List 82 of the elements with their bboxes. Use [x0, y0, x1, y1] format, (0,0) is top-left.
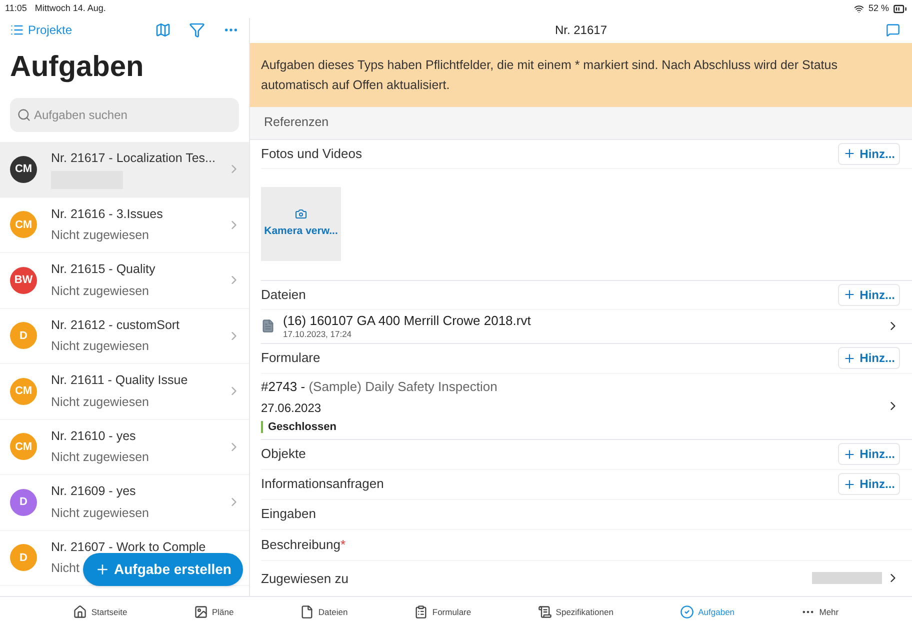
document-icon [300, 605, 314, 619]
tab[interactable]: Formulare [414, 605, 472, 619]
task-title: Nr. 21612 - customSort [51, 316, 180, 334]
task-title: Nr. 21617 - Localization Tes... [51, 150, 216, 168]
section-label: Zugewiesen zu [261, 570, 348, 588]
section-label: Dateien [261, 286, 306, 304]
section-header: Referenzen [250, 106, 912, 140]
wifi-icon [854, 4, 864, 14]
form-row[interactable]: #2743 - (Sample) Daily Safety Inspection 27.06.2023 Geschlossen [261, 374, 912, 439]
section-label: Objekte [261, 445, 306, 464]
add-button[interactable]: Hinz... [838, 142, 900, 165]
redacted-block [812, 572, 882, 584]
file-row[interactable]: (16) 160107 GA 400 Merrill Crowe 2018.rvt 17.10.2023, 17:24 [261, 310, 912, 343]
avatar: D [10, 544, 37, 572]
tab[interactable]: Spezifikationen [538, 605, 614, 619]
camera-icon [295, 208, 307, 220]
plus-icon [95, 562, 110, 577]
status-date: Mittwoch 14. Aug. [34, 2, 106, 16]
plus-icon [842, 288, 856, 302]
list-document-icon [538, 605, 552, 619]
task-title: Nr. 21609 - yes [51, 483, 136, 500]
plus-icon [842, 147, 856, 160]
section-label: Formulare [261, 349, 320, 368]
picture-icon [194, 605, 208, 619]
comment-icon[interactable] [886, 23, 900, 38]
add-button[interactable]: Hinz... [838, 284, 900, 306]
tab[interactable]: Dateien [300, 605, 348, 619]
section-label: Beschreibung* [261, 536, 346, 554]
file-icon [261, 319, 275, 334]
avatar: CM [10, 156, 37, 183]
filter-icon[interactable] [189, 22, 205, 38]
info-banner: Aufgaben dieses Typs haben Pflichtfelder, die mit einem * markiert sind. Nach Abschluss wird der Status automatisch auf Offen aktualisiert. [250, 42, 912, 107]
tab[interactable]: Startseite [73, 605, 128, 619]
task-title: Nr. 21616 - 3.Issues [51, 206, 163, 222]
task-assignee: Nicht [51, 560, 80, 578]
plus-icon [842, 448, 856, 461]
avatar: CM [10, 211, 37, 238]
avatar: D [10, 322, 37, 350]
plus-icon [842, 352, 856, 365]
file-name: (16) 160107 GA 400 Merrill Crowe 2018.rvt [283, 312, 532, 329]
task-assignee: Nicht zugewiesen [51, 282, 149, 300]
task-title: Nr. 21610 - yes [51, 428, 136, 445]
task-title: Nr. 21611 - Quality Issue [51, 372, 188, 389]
form-title: #2743 - (Sample) Daily Safety Inspection [261, 378, 498, 396]
avatar: D [10, 488, 37, 516]
check-circle-icon [680, 605, 694, 619]
file-date: 17.10.2023, 17:24 [283, 328, 353, 340]
avatar: CM [10, 433, 37, 460]
avatar: CM [10, 378, 37, 405]
task-assignee: Nicht zugewiesen [51, 449, 149, 466]
battery-percent: 52 % [868, 2, 889, 16]
task-assignee: Nicht zugewiesen [51, 394, 149, 411]
section-label: Eingaben [261, 505, 316, 524]
add-button[interactable]: Hinz... [838, 443, 900, 466]
search-field[interactable]: Aufgaben suchen [10, 98, 239, 132]
create-task-button[interactable]: Aufgabe erstellen [83, 553, 244, 586]
tab[interactable]: Pläne [194, 605, 234, 619]
task-title: Nr. 21607 - Work to Comple [51, 538, 206, 556]
form-date: 27.06.2023 [261, 400, 322, 417]
camera-tile[interactable]: Kamera verw... [261, 186, 341, 261]
map-icon[interactable] [155, 22, 171, 38]
tab[interactable]: Mehr [801, 605, 839, 619]
add-button[interactable]: Hinz... [838, 347, 900, 370]
home-icon [73, 605, 88, 619]
battery-icon [893, 2, 907, 16]
task-title: Nr. 21615 - Quality [51, 261, 156, 278]
task-assignee: Nicht zugewiesen [51, 227, 149, 244]
page-title: Aufgaben [9, 50, 145, 86]
status-time: 11:05 [5, 2, 27, 16]
clipboard-icon [414, 605, 428, 619]
section-label: Informationsanfragen [261, 475, 384, 494]
status-label: Geschlossen [268, 420, 336, 435]
plus-icon [842, 478, 856, 491]
detail-title: Nr. 21617 [554, 22, 608, 40]
search-icon [17, 108, 31, 122]
add-button[interactable]: Hinz... [838, 473, 900, 496]
task-row[interactable]: CM Nr. 21617 - Localization Tes... [0, 142, 249, 198]
task-assignee: Nicht zugewiesen [51, 504, 149, 522]
list-icon [10, 23, 24, 37]
avatar: BW [10, 266, 37, 294]
task-assignee: Nicht zugewiesen [51, 338, 149, 356]
section-label: Fotos und Videos [261, 144, 362, 163]
